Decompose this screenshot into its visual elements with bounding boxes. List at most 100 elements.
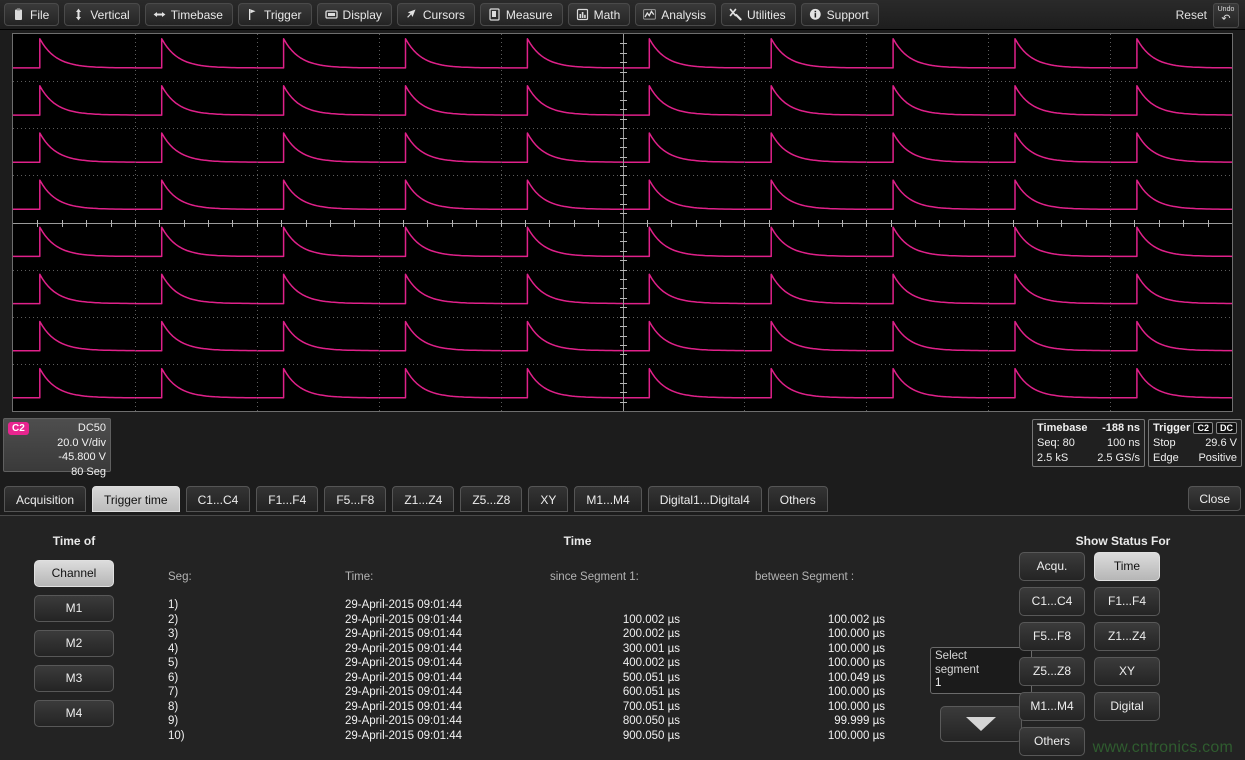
table-row[interactable]: 8)29-April-2015 09:01:44700.051 µs100.00… — [150, 701, 1005, 716]
timebase-time-per-div: 100 ns — [1107, 436, 1140, 451]
tab-c1-c4[interactable]: C1...C4 — [186, 486, 251, 512]
cell-between: 100.002 µs — [755, 614, 885, 626]
trigger-slope: Positive — [1198, 451, 1237, 466]
reset-undo-group: Reset Undo ↶ — [1176, 0, 1239, 30]
table-row[interactable]: 4)29-April-2015 09:01:44300.001 µs100.00… — [150, 643, 1005, 658]
tab-z1-z4[interactable]: Z1...Z4 — [392, 486, 454, 512]
tab-others[interactable]: Others — [768, 486, 828, 512]
cell-seg: 1) — [168, 599, 178, 611]
descriptor-row: C2 DC50 20.0 V/div -45.800 V 80 Seg Time… — [0, 415, 1245, 481]
cell-between: 100.000 µs — [755, 628, 885, 640]
dialog-tab-bar: Acquisition Trigger time C1...C4 F1...F4F5.… — [0, 484, 1245, 515]
status-button-f1-f4[interactable]: F1...F4 — [1094, 587, 1160, 616]
status-button-others[interactable]: Others — [1019, 727, 1085, 756]
table-row[interactable]: 3)29-April-2015 09:01:44200.002 µs100.00… — [150, 628, 1005, 643]
trigger-coupling-chip: DC — [1216, 422, 1237, 434]
cell-since: 900.050 µs — [550, 730, 680, 742]
table-row[interactable]: 10)29-April-2015 09:01:44900.050 µs100.0… — [150, 730, 1005, 745]
status-button-xy[interactable]: XY — [1094, 657, 1160, 686]
trigger-source-chip: C2 — [1193, 422, 1213, 434]
chevron-down-icon — [966, 717, 996, 731]
status-button-label: XY — [1119, 664, 1135, 678]
tab-label: Trigger time — [104, 493, 168, 507]
time-of-button-channel[interactable]: Channel — [34, 560, 114, 587]
status-button-z5-z8[interactable]: Z5...Z8 — [1019, 657, 1085, 686]
cell-between: 100.000 µs — [755, 686, 885, 698]
menu-button-display[interactable]: Display — [317, 3, 392, 26]
cell-between: 99.999 µs — [755, 715, 885, 727]
status-button-c1-c4[interactable]: C1...C4 — [1019, 587, 1085, 616]
tab-f1-f4[interactable]: F1...F4 — [256, 486, 318, 512]
channel-descriptor-box[interactable]: C2 DC50 20.0 V/div -45.800 V 80 Seg — [3, 418, 111, 472]
timebase-sequence: Seq: 80 — [1037, 436, 1075, 451]
status-button-f5-f8[interactable]: F5...F8 — [1019, 622, 1085, 651]
timebase-descriptor-box[interactable]: Timebase -188 ns Seq: 80 100 ns 2.5 kS 2… — [1032, 419, 1145, 467]
cell-seg: 3) — [168, 628, 178, 640]
status-button-label: Digital — [1110, 699, 1143, 713]
cell-between: 100.000 µs — [755, 701, 885, 713]
menu-button-support[interactable]: Support — [801, 3, 879, 26]
trigger-descriptor-box[interactable]: Trigger C2DC Stop 29.6 V Edge Positive — [1148, 419, 1242, 467]
main-menu-bar: FileVertical Timebase TriggerDisplayCursor… — [0, 0, 1245, 30]
cell-seg: 6) — [168, 672, 178, 684]
graticule-grid[interactable] — [12, 33, 1233, 412]
status-button-m1-m4[interactable]: M1...M4 — [1019, 692, 1085, 721]
menu-button-timebase[interactable]: Timebase — [145, 3, 233, 26]
cell-time: 29-April-2015 09:01:44 — [345, 628, 462, 640]
table-row[interactable]: 1)29-April-2015 09:01:44 — [150, 599, 1005, 614]
table-row[interactable]: 7) 29-April-2015 09:01:44 600.051 µs 100.00… — [150, 686, 1005, 701]
leftright-arrow-icon — [153, 8, 166, 21]
timebase-memory: 2.5 kS — [1037, 451, 1068, 466]
cell-seg: 4) — [168, 643, 178, 655]
status-button-z1-z4[interactable]: Z1...Z4 — [1094, 622, 1160, 651]
table-row[interactable]: 2)29-April-2015 09:01:44100.002 µs100.00… — [150, 614, 1005, 629]
menu-button-file[interactable]: File — [4, 3, 59, 26]
table-row[interactable]: 9)29-April-2015 09:01:44800.050 µs99.999… — [150, 715, 1005, 730]
tab-label: C1...C4 — [198, 493, 239, 507]
tab-xy[interactable]: XY — [528, 486, 568, 512]
time-of-button-m4[interactable]: M4 — [34, 700, 114, 727]
menu-button-measure[interactable]: Measure — [480, 3, 563, 26]
cell-time: 29-April-2015 09:01:44 — [345, 701, 462, 713]
menu-button-cursors[interactable]: Cursors — [397, 3, 475, 26]
close-button[interactable]: Close — [1188, 486, 1241, 511]
menu-button-label: Math — [594, 8, 621, 22]
menu-button-utilities[interactable]: Utilities — [721, 3, 796, 26]
tab-digital1-digital4[interactable]: Digital1...Digital4 — [648, 486, 762, 512]
channel-badge[interactable]: C2 — [8, 422, 29, 435]
cell-time: 29-April-2015 09:01:44 — [345, 715, 462, 727]
time-of-button-m2[interactable]: M2 — [34, 630, 114, 657]
time-of-button-m1[interactable]: M1 — [34, 595, 114, 622]
trigger-state: Stop — [1153, 436, 1176, 451]
tab-acquisition[interactable]: Acquisition — [4, 486, 86, 512]
status-button-label: Time — [1114, 559, 1140, 573]
menu-button-analysis[interactable]: Analysis — [635, 3, 716, 26]
reset-label[interactable]: Reset — [1176, 8, 1207, 22]
menu-button-math[interactable]: Math — [568, 3, 631, 26]
tab-trigger-time[interactable]: Trigger time — [92, 486, 180, 512]
flag-icon — [246, 8, 259, 21]
cell-seg: 2) — [168, 614, 178, 626]
status-button-digital[interactable]: Digital — [1094, 692, 1160, 721]
status-button-label: Acqu. — [1037, 559, 1068, 573]
status-button-time[interactable]: Time — [1094, 552, 1160, 581]
menu-button-label: Timebase — [171, 8, 223, 22]
table-row[interactable]: 6)29-April-2015 09:01:44500.051 µs100.04… — [150, 672, 1005, 687]
tab-z5-z8[interactable]: Z5...Z8 — [460, 486, 522, 512]
menu-button-label: Utilities — [747, 8, 786, 22]
menu-button-vertical[interactable]: Vertical — [64, 3, 139, 26]
menu-button-trigger[interactable]: Trigger — [238, 3, 312, 26]
tab-f5-f8[interactable]: F5...F8 — [324, 486, 386, 512]
trigger-chips: C2DC — [1190, 421, 1237, 436]
cell-time: 29-April-2015 09:01:44 — [345, 686, 462, 698]
time-of-button-m3[interactable]: M3 — [34, 665, 114, 692]
timebase-delay: -188 ns — [1102, 421, 1140, 436]
cell-since: 600.051 µs — [550, 686, 680, 698]
status-button-acqu-[interactable]: Acqu. — [1019, 552, 1085, 581]
tab-m1-m4[interactable]: M1...M4 — [574, 486, 641, 512]
undo-button[interactable]: Undo ↶ — [1213, 3, 1239, 28]
cell-time: 29-April-2015 09:01:44 — [345, 643, 462, 655]
table-row[interactable]: 5)29-April-2015 09:01:44400.002 µs100.00… — [150, 657, 1005, 672]
cell-seg: 7) — [168, 686, 178, 698]
status-button-label: F1...F4 — [1108, 594, 1146, 608]
